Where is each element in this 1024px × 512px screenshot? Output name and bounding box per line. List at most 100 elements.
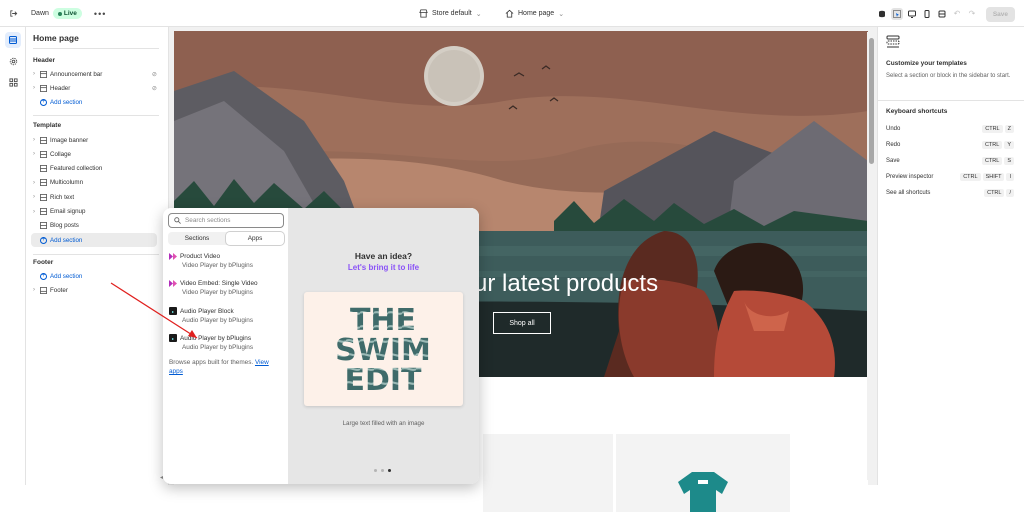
shortcut-row: Undo CTRL Z bbox=[886, 123, 1014, 135]
key-cap: CTRL bbox=[982, 125, 1003, 133]
key-cap: CTRL bbox=[981, 157, 1003, 165]
plus-circle-icon: + bbox=[40, 272, 47, 280]
mail-icon bbox=[40, 208, 47, 215]
top-bar: Dawn Live ••• Store default ⌄ Home page … bbox=[0, 0, 1024, 27]
gear-icon bbox=[9, 57, 17, 65]
sidebar-item-email-signup[interactable]: › Email signup bbox=[31, 205, 157, 219]
add-section-picker: Search sections Sections Apps Product Vi… bbox=[163, 208, 479, 484]
section-icon bbox=[40, 84, 47, 92]
key-cap: CTRL bbox=[981, 141, 1003, 149]
hidden-eye-icon[interactable]: ⊘ bbox=[152, 71, 157, 78]
section-icon bbox=[40, 70, 47, 78]
image-icon bbox=[40, 136, 47, 144]
blog-icon bbox=[40, 222, 47, 230]
desktop-icon[interactable] bbox=[906, 8, 918, 20]
sidebar-item-collage[interactable]: › Collage bbox=[31, 147, 157, 161]
hidden-eye-icon[interactable]: ⊘ bbox=[152, 85, 157, 92]
key-cap: S bbox=[1004, 157, 1014, 165]
preview-scrollbar[interactable] bbox=[867, 32, 876, 480]
shortcuts-title: Keyboard shortcuts bbox=[886, 108, 948, 115]
mobile-icon[interactable] bbox=[921, 8, 933, 20]
app-block-item[interactable]: Product Video Video Player by bPlugins bbox=[169, 253, 285, 269]
app-block-item[interactable]: ▸ Audio Player Block Audio Player by bPlug… bbox=[169, 307, 285, 324]
sections-icon bbox=[9, 36, 17, 44]
sections-rail-button[interactable] bbox=[5, 32, 21, 48]
collage-icon bbox=[40, 150, 47, 158]
shortcut-row: Redo CTRL Y bbox=[886, 139, 1014, 151]
key-cap: I bbox=[1006, 173, 1014, 181]
sidebar-item-rich-text[interactable]: › Rich text bbox=[31, 190, 157, 204]
footer-icon bbox=[40, 286, 47, 294]
tshirt-image bbox=[678, 472, 728, 512]
sidebar-item-multicolumn[interactable]: › Multicolumn bbox=[31, 176, 157, 190]
sidebar-item-blog-posts[interactable]: Blog posts bbox=[31, 219, 157, 233]
audio-player-logo-icon: ▸ bbox=[169, 307, 177, 315]
banner-heading: ur latest products bbox=[474, 270, 659, 297]
apps-rail-button[interactable] bbox=[5, 74, 21, 90]
home-icon bbox=[505, 9, 514, 18]
sidebar-item-image-banner[interactable]: › Image banner bbox=[31, 133, 157, 147]
page-selector[interactable]: Home page ⌄ bbox=[505, 0, 564, 27]
sidebar-item-featured-collection[interactable]: Featured collection bbox=[31, 162, 157, 176]
save-button[interactable]: Save bbox=[985, 7, 1015, 22]
apps-icon bbox=[8, 77, 18, 87]
fullscreen-icon[interactable] bbox=[936, 8, 948, 20]
customize-description: Select a section or block in the sidebar… bbox=[886, 73, 1011, 79]
video-player-logo-icon bbox=[169, 253, 177, 260]
sidebar-item-header[interactable]: › Header ⊘ bbox=[31, 81, 157, 95]
idea-title: Have an idea? bbox=[354, 251, 413, 261]
audio-player-logo-icon: ▸ bbox=[169, 334, 177, 342]
picker-preview: Have an idea? Let's bring it to life THE… bbox=[288, 208, 479, 484]
card-text-line: EDIT bbox=[344, 363, 422, 398]
template-add-section[interactable]: + Add section bbox=[31, 233, 157, 248]
key-cap: / bbox=[1006, 189, 1014, 197]
tab-apps[interactable]: Apps bbox=[226, 232, 284, 245]
swim-edit-graphic: THE SWIM EDIT bbox=[335, 303, 431, 398]
chevron-down-icon: ⌄ bbox=[558, 10, 565, 18]
exit-button[interactable] bbox=[9, 0, 18, 27]
tab-sections[interactable]: Sections bbox=[168, 232, 226, 245]
featured-icon bbox=[40, 165, 47, 173]
key-cap: Y bbox=[1004, 141, 1014, 149]
header-add-section[interactable]: + Add section bbox=[31, 95, 157, 109]
idea-link[interactable]: Let's bring it to life bbox=[288, 263, 479, 272]
store-name: Dawn bbox=[31, 10, 49, 17]
database-icon[interactable] bbox=[876, 8, 888, 20]
page-title: Home page bbox=[33, 33, 79, 43]
footer-group-label: Footer bbox=[33, 259, 54, 266]
pager-dots[interactable] bbox=[374, 469, 391, 472]
product-card[interactable] bbox=[483, 434, 613, 512]
sections-sidebar: Home page Header › Announcement bar ⊘ › … bbox=[26, 27, 169, 485]
inspector-icon[interactable] bbox=[891, 7, 903, 20]
plus-circle-icon: + bbox=[40, 236, 47, 244]
plus-circle-icon: + bbox=[40, 98, 47, 106]
redo-icon[interactable]: ↷ bbox=[966, 8, 978, 20]
video-player-logo-icon bbox=[169, 280, 177, 287]
undo-icon[interactable]: ↶ bbox=[951, 8, 963, 20]
sidebar-item-footer[interactable]: › Footer bbox=[31, 283, 157, 297]
picker-tabs: Sections Apps bbox=[168, 232, 284, 245]
store-icon bbox=[419, 9, 428, 18]
shop-all-button[interactable]: Shop all bbox=[493, 312, 551, 334]
live-badge: Live bbox=[52, 8, 82, 19]
chevron-down-icon: ⌄ bbox=[475, 10, 482, 18]
more-actions-icon[interactable]: ••• bbox=[94, 9, 106, 19]
footer-add-section[interactable]: + Add section bbox=[31, 269, 157, 283]
store-selector[interactable]: Store default ⌄ bbox=[419, 0, 482, 27]
shortcut-row: See all shortcuts CTRL / bbox=[886, 187, 1014, 199]
preview-card: THE SWIM EDIT bbox=[304, 292, 463, 406]
app-block-item[interactable]: ▸ Audio Player by bPlugins Audio Player by… bbox=[169, 334, 285, 351]
template-group-label: Template bbox=[33, 122, 62, 129]
left-rail bbox=[0, 27, 26, 485]
sidebar-item-announcement-bar[interactable]: › Announcement bar ⊘ bbox=[31, 67, 157, 81]
settings-rail-button[interactable] bbox=[5, 53, 21, 69]
header-group-label: Header bbox=[33, 57, 56, 64]
exit-icon bbox=[10, 10, 18, 17]
search-input[interactable]: Search sections bbox=[168, 213, 284, 228]
app-block-item[interactable]: Video Embed: Single Video Video Player by… bbox=[169, 280, 285, 296]
key-cap: SHIFT bbox=[982, 173, 1005, 181]
customize-icon bbox=[886, 35, 900, 48]
product-card[interactable] bbox=[616, 434, 790, 512]
key-cap: Z bbox=[1004, 125, 1014, 133]
customize-title: Customize your templates bbox=[886, 60, 967, 67]
